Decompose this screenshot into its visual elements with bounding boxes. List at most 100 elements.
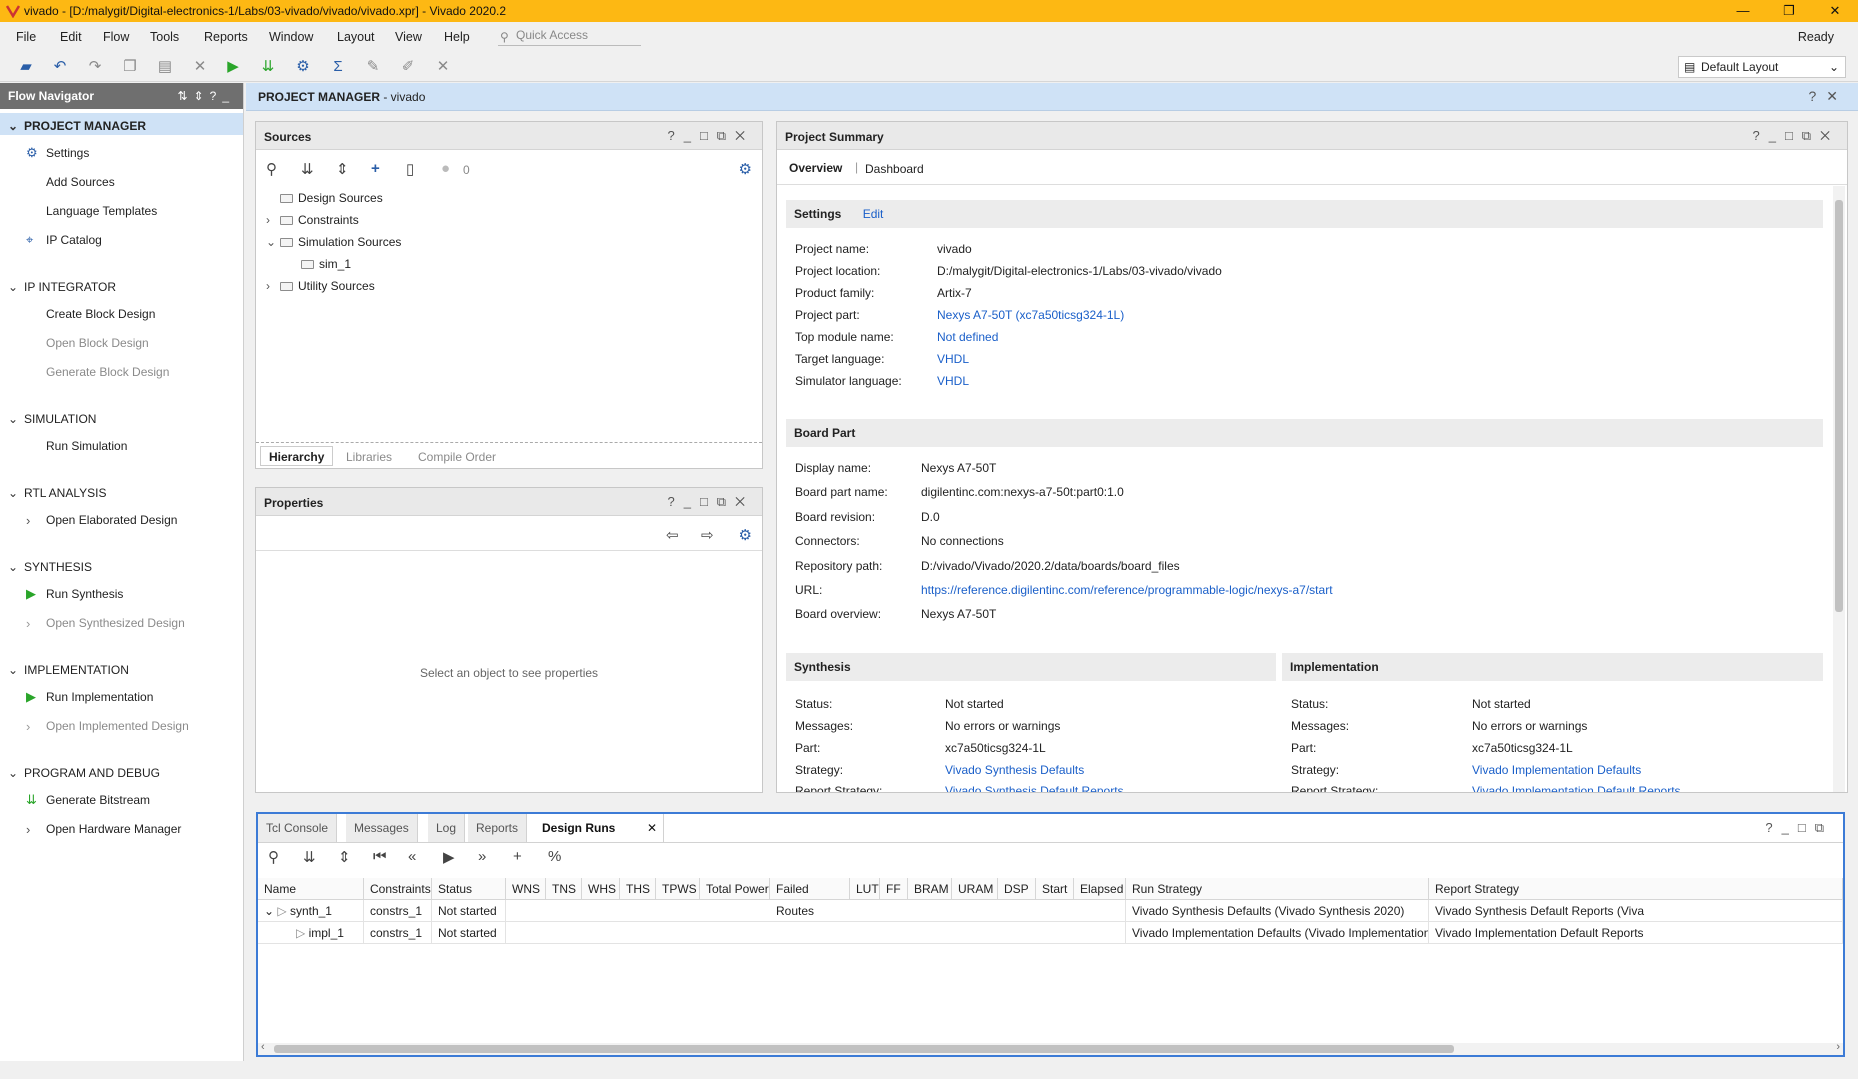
- tab-messages[interactable]: Messages: [346, 814, 418, 842]
- previous-icon[interactable]: «: [408, 848, 416, 865]
- col-header[interactable]: FF: [880, 878, 908, 900]
- scroll-left-icon[interactable]: ‹: [261, 1041, 265, 1053]
- maximize-button[interactable]: ❐: [1766, 0, 1812, 22]
- col-header[interactable]: Start: [1036, 878, 1074, 900]
- tab-dashboard[interactable]: Dashboard: [865, 162, 924, 176]
- nav-open-block-design[interactable]: Open Block Design: [46, 336, 149, 350]
- collapse-all-icon[interactable]: ⇊: [303, 848, 316, 866]
- col-header[interactable]: Total Power: [700, 878, 770, 900]
- panel-controls[interactable]: ?_□⧉✕: [667, 128, 754, 144]
- next-icon[interactable]: »: [478, 848, 486, 865]
- nav-open-synthesized-design[interactable]: Open Synthesized Design: [46, 616, 185, 630]
- summary-scrollbar[interactable]: [1833, 186, 1845, 792]
- program-icon[interactable]: ⇊: [258, 56, 278, 76]
- quick-access-input[interactable]: ⚲ Quick Access: [498, 26, 641, 46]
- chevron-right-icon[interactable]: ›: [26, 616, 30, 631]
- col-header[interactable]: WNS: [506, 878, 546, 900]
- simulator-language-link[interactable]: VHDL: [937, 374, 969, 388]
- menu-layout[interactable]: Layout: [337, 30, 375, 44]
- col-header[interactable]: Name: [258, 878, 364, 900]
- tab-libraries[interactable]: Libraries: [346, 450, 392, 464]
- undo-icon[interactable]: ↶: [50, 56, 70, 76]
- col-header[interactable]: WHS: [582, 878, 620, 900]
- col-header[interactable]: Run Strategy: [1126, 878, 1429, 900]
- gear-icon[interactable]: ⚙: [739, 160, 752, 178]
- col-header[interactable]: LUT: [850, 878, 880, 900]
- cancel-icon[interactable]: ✕: [433, 56, 453, 76]
- col-header[interactable]: Elapsed: [1074, 878, 1126, 900]
- col-header[interactable]: TNS: [546, 878, 582, 900]
- chevron-right-icon[interactable]: ›: [26, 513, 30, 528]
- tab-overview[interactable]: Overview: [789, 161, 842, 175]
- col-header[interactable]: Report Strategy: [1429, 878, 1843, 900]
- minimize-button[interactable]: —: [1720, 0, 1766, 22]
- col-header[interactable]: TPWS: [656, 878, 700, 900]
- nav-settings[interactable]: Settings: [46, 146, 89, 160]
- menu-tools[interactable]: Tools: [150, 30, 179, 44]
- tab-design-runs[interactable]: Design Runs ✕: [534, 814, 664, 842]
- section-simulation[interactable]: ⌄ SIMULATION: [8, 412, 96, 426]
- board-url-link[interactable]: https://reference.digilentinc.com/refere…: [921, 583, 1333, 597]
- chevron-down-icon[interactable]: ⌄: [266, 235, 280, 249]
- nav-ip-catalog[interactable]: IP Catalog: [46, 233, 102, 247]
- panel-controls[interactable]: ?_□⧉: [1765, 820, 1833, 836]
- run-icon[interactable]: ▶: [223, 56, 243, 76]
- chevron-right-icon[interactable]: ›: [26, 822, 30, 837]
- add-icon[interactable]: +: [371, 160, 380, 177]
- debug-icon[interactable]: ✎: [363, 56, 383, 76]
- tab-hierarchy[interactable]: Hierarchy: [260, 446, 334, 466]
- nav-language-templates[interactable]: Language Templates: [46, 204, 157, 218]
- nav-generate-bitstream[interactable]: Generate Bitstream: [46, 793, 150, 807]
- close-tab-icon[interactable]: ✕: [647, 814, 657, 842]
- workspace-controls[interactable]: ?✕: [1808, 88, 1848, 105]
- nav-add-sources[interactable]: Add Sources: [46, 175, 115, 189]
- add-run-icon[interactable]: +: [513, 848, 522, 865]
- file-properties-icon[interactable]: ▯: [406, 160, 414, 178]
- col-header[interactable]: Failed Routes: [770, 878, 850, 918]
- menu-reports[interactable]: Reports: [204, 30, 248, 44]
- synthesis-report-link[interactable]: Vivado Synthesis Default Reports: [945, 784, 1124, 792]
- tab-compile-order[interactable]: Compile Order: [418, 450, 496, 464]
- scroll-right-icon[interactable]: ›: [1836, 1041, 1840, 1053]
- col-header[interactable]: DSP: [998, 878, 1036, 900]
- launch-run-icon[interactable]: ▶: [443, 848, 455, 866]
- tab-log[interactable]: Log: [428, 814, 466, 842]
- implementation-report-link[interactable]: Vivado Implementation Default Reports: [1472, 784, 1681, 792]
- settings-gear-icon[interactable]: ⚙: [293, 56, 313, 76]
- col-header[interactable]: Constraints: [364, 878, 432, 900]
- menu-help[interactable]: Help: [444, 30, 470, 44]
- close-window-button[interactable]: ✕: [1812, 0, 1858, 22]
- section-rtl-analysis[interactable]: ⌄ RTL ANALYSIS: [8, 486, 106, 500]
- nav-generate-block-design[interactable]: Generate Block Design: [46, 365, 169, 379]
- chevron-right-icon[interactable]: ›: [266, 213, 280, 227]
- redo-icon[interactable]: ↷: [85, 56, 105, 76]
- col-header[interactable]: Status: [432, 878, 506, 900]
- sigma-icon[interactable]: Σ: [328, 56, 348, 76]
- horizontal-scrollbar[interactable]: ‹ ›: [258, 1041, 1843, 1055]
- gear-icon[interactable]: ⚙: [739, 526, 752, 544]
- nav-run-implementation[interactable]: Run Implementation: [46, 690, 153, 704]
- synthesis-strategy-link[interactable]: Vivado Synthesis Defaults: [945, 763, 1084, 777]
- col-header[interactable]: URAM: [952, 878, 998, 900]
- tree-design-sources[interactable]: Design Sources: [266, 191, 383, 205]
- collapse-all-icon[interactable]: ⇊: [301, 160, 314, 178]
- tab-tcl-console[interactable]: Tcl Console: [258, 814, 338, 842]
- chevron-right-icon[interactable]: ›: [26, 719, 30, 734]
- percent-icon[interactable]: %: [548, 848, 561, 865]
- target-language-link[interactable]: VHDL: [937, 352, 969, 366]
- section-project-manager[interactable]: ⌄ PROJECT MANAGER: [8, 119, 146, 133]
- open-project-icon[interactable]: ▰: [16, 56, 36, 76]
- nav-open-implemented-design[interactable]: Open Implemented Design: [46, 719, 189, 733]
- scrollbar-thumb[interactable]: [1835, 200, 1843, 612]
- back-arrow-icon[interactable]: ⇦: [666, 526, 679, 544]
- menu-edit[interactable]: Edit: [60, 30, 82, 44]
- flow-navigator-controls[interactable]: ⇅⇕?_: [178, 83, 235, 109]
- forward-arrow-icon[interactable]: ⇨: [701, 526, 714, 544]
- expand-all-icon[interactable]: ⇕: [336, 160, 349, 178]
- section-program-and-debug[interactable]: ⌄ PROGRAM AND DEBUG: [8, 766, 160, 780]
- top-module-link[interactable]: Not defined: [937, 330, 998, 344]
- col-header[interactable]: THS: [620, 878, 656, 900]
- implementation-strategy-link[interactable]: Vivado Implementation Defaults: [1472, 763, 1641, 777]
- chevron-down-icon[interactable]: ⌄: [264, 904, 277, 918]
- tab-reports[interactable]: Reports: [468, 814, 528, 842]
